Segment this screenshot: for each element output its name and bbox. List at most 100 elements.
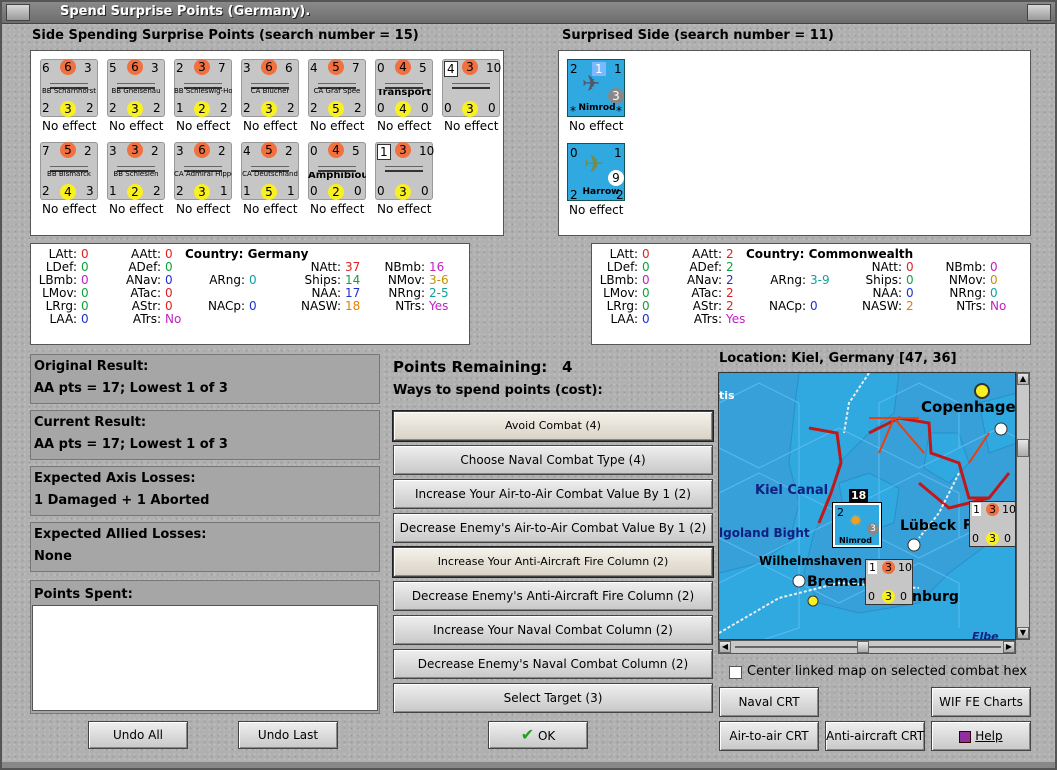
- counter-stat: 0: [377, 61, 385, 75]
- stat-label-nrng: NRng:: [949, 286, 986, 300]
- unit-counter[interactable]: 0 4 5 0 4 0 Transport: [375, 59, 433, 117]
- counter-stat: 2: [109, 101, 117, 115]
- stat-value-latt: 0: [81, 247, 89, 261]
- counter-stat: 3: [127, 142, 143, 158]
- unit-counter[interactable]: 6 6 3 2 3 2 BB Scharnhorst: [40, 59, 98, 117]
- spend-option-button[interactable]: Decrease Enemy's Air-to-Air Combat Value…: [393, 513, 713, 543]
- scroll-thumb-h[interactable]: [857, 641, 869, 653]
- stat-value-lbmb: 0: [81, 273, 89, 287]
- unit-counter[interactable]: 5 6 3 2 3 2 BB Gneisenau: [107, 59, 165, 117]
- stat-value-astr: 2: [726, 299, 734, 313]
- unit-counter[interactable]: 4 5 2 1 5 1 CA Deutschland: [241, 142, 299, 200]
- surprised-side-panel: 2 1 1 ✈ 3 Nimrod * * No effect 0 1 ✈ 9 2…: [558, 50, 1031, 236]
- stat-label-lbmb: LBmb:: [38, 273, 77, 287]
- stat-label-latt: LAtt:: [609, 247, 638, 261]
- stat-value-adef: 0: [165, 260, 173, 274]
- effect-label: No effect: [42, 119, 97, 133]
- original-result-label: Original Result:: [34, 359, 149, 374]
- stat-value-nasw: 2: [906, 299, 914, 313]
- unit-counter[interactable]: 3 6 6 2 3 2 CA Blücher: [241, 59, 299, 117]
- counter-name: CA Admiral Hipper: [174, 170, 232, 178]
- scroll-down-icon[interactable]: ▼: [1017, 627, 1029, 639]
- spend-option-button[interactable]: Avoid Combat (4): [393, 411, 713, 441]
- map-label-bremen: Bremen: [807, 574, 869, 590]
- scroll-left-icon[interactable]: ◀: [719, 641, 731, 653]
- map-horizontal-scrollbar[interactable]: ◀ ▶: [718, 640, 1016, 654]
- stack-count-badge: 18: [849, 489, 869, 502]
- stat-label-ldef: LDef:: [45, 260, 77, 274]
- wif-charts-button[interactable]: WIF FE Charts: [931, 687, 1031, 717]
- unit-counter[interactable]: 3 6 2 2 3 1 CA Admiral Hipper: [174, 142, 232, 200]
- axis-losses-box: Expected Axis Losses: 1 Damaged + 1 Abor…: [30, 466, 380, 516]
- spend-option-button[interactable]: Increase Your Air-to-Air Combat Value By…: [393, 479, 713, 509]
- close-button[interactable]: [1027, 4, 1051, 21]
- unit-counter-nimrod[interactable]: 2 1 1 ✈ 3 Nimrod * *: [567, 59, 625, 118]
- help-label: Help: [975, 729, 1003, 743]
- unit-counter[interactable]: 3 3 2 1 2 2 BB Schlesien: [107, 142, 165, 200]
- counter-stat: 5: [419, 61, 427, 75]
- unit-counter[interactable]: 1 3 10 0 3 0: [375, 142, 434, 200]
- counter-stat: 6: [60, 59, 76, 75]
- spend-option-button[interactable]: Decrease Enemy's Anti-Aircraft Fire Colu…: [393, 581, 713, 611]
- unit-counter-harrow[interactable]: 0 1 ✈ 9 2 Harrow 2: [567, 143, 625, 202]
- scroll-up-icon[interactable]: ▲: [1017, 373, 1029, 385]
- map-label-hamburg: nburg: [912, 589, 959, 605]
- aa-crt-button[interactable]: Anti-aircraft CRT: [825, 721, 925, 751]
- title-bar[interactable]: Spend Surprise Points (Germany).: [2, 2, 1055, 24]
- unit-counter[interactable]: 4 5 7 2 5 2 CA Graf Spee: [308, 59, 366, 117]
- city-dot: [974, 383, 990, 399]
- center-map-checkbox[interactable]: [729, 666, 742, 679]
- counter-stat: 1: [972, 503, 981, 516]
- counter-stat: 3: [84, 61, 92, 75]
- stat-label-anav: ANav:: [686, 273, 722, 287]
- stat-value-laa: 0: [81, 312, 89, 326]
- stat-value-nrng: 0: [990, 286, 998, 300]
- counter-stat: 6: [127, 59, 143, 75]
- counter-circle: 3: [608, 88, 624, 104]
- naval-crt-button[interactable]: Naval CRT: [719, 687, 819, 717]
- system-menu-button[interactable]: [6, 4, 30, 21]
- dialog-window: Spend Surprise Points (Germany). Side Sp…: [0, 0, 1057, 770]
- counter-stat: 0: [310, 144, 318, 158]
- counter-name: BB Schleswig-Holstein: [174, 87, 232, 95]
- stat-value-arng: 0: [249, 273, 257, 287]
- air-crt-button[interactable]: Air-to-air CRT: [719, 721, 819, 751]
- scroll-thumb[interactable]: [1017, 439, 1029, 457]
- unit-counter[interactable]: 045020Amphibious: [308, 142, 366, 200]
- map-counter-ship-b[interactable]: 1 3 10 0 3 0: [969, 501, 1015, 547]
- stat-value-natt: 0: [906, 260, 914, 274]
- ok-button[interactable]: ✔ OK: [488, 721, 588, 749]
- unit-counter[interactable]: 4 3 10 0 3 0: [442, 59, 502, 117]
- map-counter-ship-a[interactable]: 1 3 10 0 3 0: [865, 559, 913, 605]
- spend-option-button[interactable]: Select Target (3): [393, 683, 713, 713]
- counter-stat: 10: [898, 561, 912, 574]
- stat-value-lrrg: 0: [81, 299, 89, 313]
- counter-stat: 4: [444, 61, 458, 77]
- checkmark-icon: ✔: [520, 725, 535, 744]
- counter-stat: 10: [486, 61, 502, 75]
- stat-value-lmov: 0: [642, 286, 650, 300]
- current-result-label: Current Result:: [34, 415, 147, 430]
- points-spent-list[interactable]: [32, 605, 378, 711]
- undo-all-button[interactable]: Undo All: [88, 721, 188, 749]
- counter-stat: 5: [261, 142, 277, 158]
- counter-stat: 1: [614, 62, 622, 76]
- spend-option-button[interactable]: Increase Your Anti-Aircraft Fire Column …: [393, 547, 713, 577]
- linked-map[interactable]: Copenhagen Kiel Canal lgoland Bight Lübe…: [718, 372, 1016, 640]
- stat-label-nacp: NACp:: [207, 299, 245, 313]
- counter-stat: 2: [285, 144, 293, 158]
- undo-last-button[interactable]: Undo Last: [238, 721, 338, 749]
- spend-option-button[interactable]: Decrease Enemy's Naval Combat Column (2): [393, 649, 713, 679]
- map-label-elbe: Elbe: [972, 630, 999, 640]
- unit-counter[interactable]: 7 5 2 2 4 3 BB Bismarck: [40, 142, 98, 200]
- map-vertical-scrollbar[interactable]: ▲ ▼: [1016, 372, 1030, 640]
- stat-value-atac: 0: [165, 286, 173, 300]
- spend-option-button[interactable]: Choose Naval Combat Type (4): [393, 445, 713, 475]
- scroll-right-icon[interactable]: ▶: [1003, 641, 1015, 653]
- counter-stat: 2: [328, 184, 344, 200]
- help-button[interactable]: Help: [931, 721, 1031, 751]
- spend-option-button[interactable]: Increase Your Naval Combat Column (2): [393, 615, 713, 645]
- stat-label-ships: Ships:: [865, 273, 902, 287]
- map-counter-nimrod[interactable]: 2 ✹ 3 Nimrod: [832, 502, 882, 548]
- unit-counter[interactable]: 237122BB Schleswig-Holstein: [174, 59, 232, 117]
